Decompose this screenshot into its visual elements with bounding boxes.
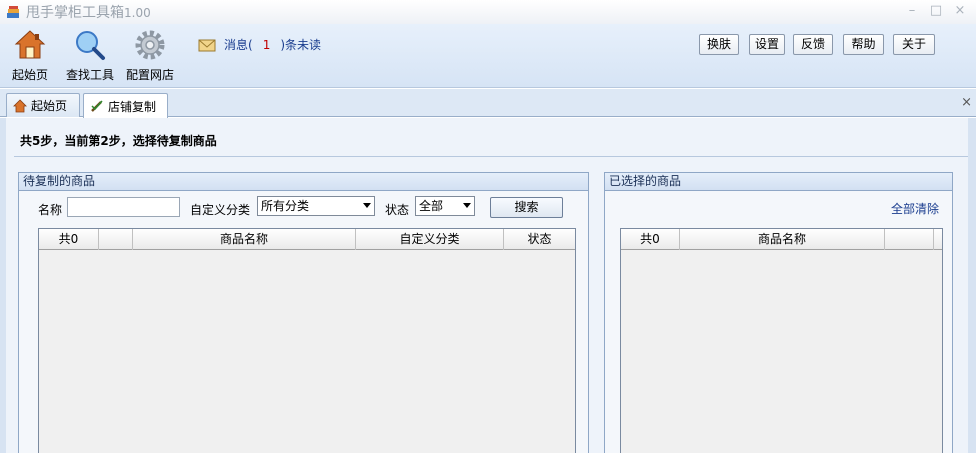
window-title: 甩手掌柜工具箱1.00 — [26, 5, 151, 21]
tool-find-tools-label: 查找工具 — [65, 68, 114, 82]
status-label: 状态 — [385, 203, 410, 217]
selected-products-table[interactable]: 共0 商品名称 — [620, 228, 943, 453]
pending-products-table[interactable]: 共0 商品名称 自定义分类 状态 — [38, 228, 576, 453]
divider — [14, 156, 968, 157]
search-icon — [76, 31, 105, 60]
tool-find-tools[interactable]: 查找工具 — [64, 28, 116, 83]
column-extra[interactable] — [885, 229, 934, 250]
toolbar: 起始页 查找工具 配置网店 消息( 1 )条未读 换肤 设置 反馈 帮助 关于 — [0, 24, 976, 88]
column-product-name[interactable]: 商品名称 — [133, 229, 356, 250]
column-product-name[interactable]: 商品名称 — [680, 229, 885, 250]
minimize-button[interactable]: – — [904, 3, 920, 19]
table-header: 共0 商品名称 自定义分类 状态 — [39, 229, 575, 250]
column-checkbox[interactable] — [99, 229, 133, 250]
maximize-button[interactable]: □ — [928, 3, 944, 19]
about-button[interactable]: 关于 — [893, 34, 935, 55]
gear-icon — [135, 30, 165, 60]
tool-home-label: 起始页 — [11, 68, 48, 82]
search-button[interactable]: 搜索 — [490, 197, 563, 218]
tool-configure-shop[interactable]: 配置网店 — [124, 28, 176, 83]
close-tab-icon[interactable]: × — [961, 95, 972, 110]
app-logo-icon — [7, 6, 19, 18]
feedback-button[interactable]: 反馈 — [793, 34, 833, 55]
settings-button[interactable]: 设置 — [749, 34, 785, 55]
pen-icon — [91, 100, 103, 112]
category-select[interactable]: 所有分类 — [257, 196, 375, 216]
envelope-icon — [198, 39, 216, 51]
tab-start-page-label: 起始页 — [31, 99, 68, 113]
column-custom-category[interactable]: 自定义分类 — [356, 229, 504, 250]
step-indicator: 共5步，当前第2步，选择待复制商品 — [20, 134, 217, 148]
skin-button[interactable]: 换肤 — [699, 34, 739, 55]
category-label: 自定义分类 — [190, 203, 251, 217]
message-prefix: 消息( — [224, 38, 253, 52]
column-count[interactable]: 共0 — [39, 229, 99, 250]
name-label: 名称 — [38, 203, 63, 217]
version: 1.00 — [124, 6, 151, 20]
tab-shop-copy[interactable]: 店铺复制 — [83, 93, 168, 118]
chevron-down-icon — [363, 203, 371, 208]
column-status[interactable]: 状态 — [504, 229, 575, 250]
tab-strip: 起始页 店铺复制 — [0, 89, 976, 118]
pending-products-title: 待复制的商品 — [19, 173, 588, 191]
tool-configure-shop-label: 配置网店 — [125, 68, 174, 82]
tab-start-page[interactable]: 起始页 — [6, 93, 80, 117]
selected-products-title: 已选择的商品 — [605, 173, 952, 191]
help-button[interactable]: 帮助 — [843, 34, 884, 55]
close-window-button[interactable]: × — [952, 3, 968, 19]
title-bar: 甩手掌柜工具箱1.00 – □ × — [0, 0, 976, 24]
message-count: 1 — [262, 37, 271, 52]
home-icon — [13, 98, 27, 112]
name-input[interactable] — [67, 197, 180, 217]
table-header: 共0 商品名称 — [621, 229, 942, 250]
message-suffix: )条未读 — [280, 38, 322, 52]
home-icon — [14, 30, 46, 59]
chevron-down-icon — [463, 203, 471, 208]
tab-shop-copy-label: 店铺复制 — [108, 99, 157, 114]
tool-home[interactable]: 起始页 — [10, 28, 50, 83]
status-select[interactable]: 全部 — [415, 196, 475, 216]
column-count[interactable]: 共0 — [621, 229, 680, 250]
status-select-value: 全部 — [419, 199, 444, 213]
message-notice[interactable]: 消息( 1 )条未读 — [198, 36, 321, 53]
category-select-value: 所有分类 — [261, 199, 310, 213]
clear-all-link[interactable]: 全部清除 — [891, 200, 939, 217]
